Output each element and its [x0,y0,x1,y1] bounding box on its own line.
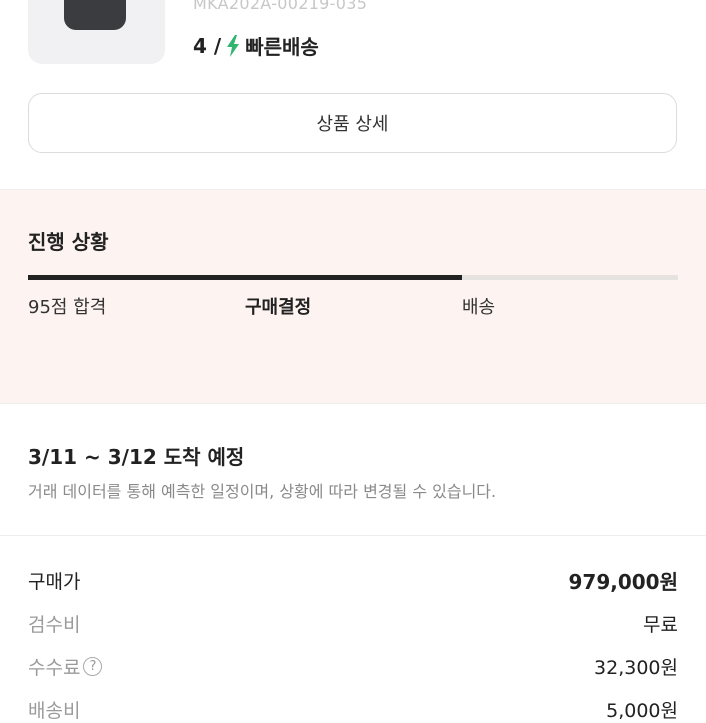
price-row-purchase: 구매가 979,000원 [28,566,678,595]
price-value: 5,000원 [606,700,678,722]
progress-title: 진행 상황 [28,230,109,254]
progress-fill [28,275,462,280]
price-row-commission: 수수료 ? 32,300원 [28,653,678,680]
price-label: 검수비 [28,614,81,636]
fast-shipping-label: 빠른배송 [245,35,319,59]
price-label: 구매가 [28,571,81,593]
price-value: 무료 [643,614,678,636]
price-value: 32,300원 [594,657,678,679]
price-label: 배송비 [28,700,81,722]
price-row-shipping-fee: 배송비 5,000원 [28,696,678,723]
product-detail-button[interactable]: 상품 상세 [28,93,677,153]
help-icon[interactable]: ? [83,657,103,676]
model-number: MKA202A-00219-035 [193,0,368,13]
size-label: 4 / [193,33,222,58]
progress-section: 진행 상황 95점 합격 구매결정 배송 [0,190,706,403]
step-purchase-confirmed: 구매결정 [245,297,312,318]
progress-bar [28,275,678,280]
price-label-wrap: 수수료 ? [28,653,103,680]
delivery-eta: 3/11 ~ 3/12 도착 예정 [28,445,245,469]
section-divider [0,535,706,536]
product-thumbnail[interactable] [28,0,165,64]
section-divider [0,403,706,404]
step-shipping: 배송 [462,297,496,318]
size-shipping-line: 4 / 빠른배송 [193,31,319,60]
step-inspection-passed: 95점 합격 [28,297,107,318]
price-value: 979,000원 [568,570,679,594]
price-row-inspection-fee: 검수비 무료 [28,610,678,637]
lightning-bolt-icon [227,34,240,57]
price-label: 수수료 [28,657,81,679]
delivery-note: 거래 데이터를 통해 예측한 일정이며, 상황에 따라 변경될 수 있습니다. [28,482,497,501]
product-image [64,0,126,30]
